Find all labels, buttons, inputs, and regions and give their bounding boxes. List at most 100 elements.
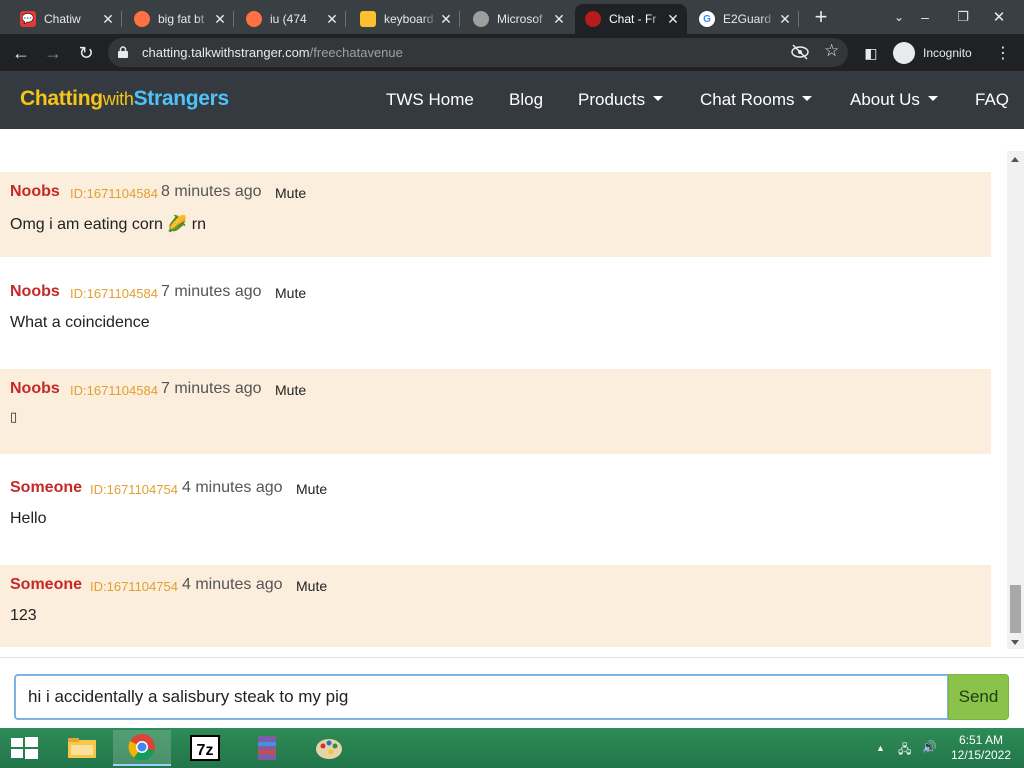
volume-icon[interactable]: 🔊 <box>922 740 937 754</box>
mute-button[interactable]: Mute <box>296 481 327 497</box>
paint-icon[interactable] <box>300 730 358 766</box>
close-icon[interactable]: ✕ <box>438 11 454 28</box>
menu-kebab-icon[interactable]: ⋮ <box>990 40 1016 66</box>
sender-name[interactable]: Noobs <box>10 283 60 301</box>
tab-iu[interactable]: iu (474 ✕ <box>236 4 346 34</box>
window-close-icon[interactable]: ✕ <box>986 4 1012 30</box>
close-icon[interactable]: ✕ <box>324 11 340 28</box>
sender-id: ID:1671104584 <box>70 286 158 301</box>
chat-message-list[interactable]: Noobs ID:1671104584 8 minutes ago Mute O… <box>0 129 1024 657</box>
brand-part-2: with <box>102 89 134 109</box>
tab-keyboard[interactable]: keyboard ✕ <box>350 4 460 34</box>
message-input[interactable] <box>14 674 949 720</box>
incognito-indicator[interactable]: Incognito <box>893 42 972 64</box>
site-logo[interactable]: ChattingwithStrangers <box>20 87 229 111</box>
7zip-icon[interactable]: 7z <box>176 730 234 766</box>
sender-id: ID:1671104754 <box>90 482 178 497</box>
reload-icon[interactable]: ↻ <box>73 40 99 66</box>
brand-part-1: Chatting <box>20 87 103 110</box>
nav-chat-rooms-label: Chat Rooms <box>700 90 795 109</box>
chat-message: Someone ID:1671104754 4 minutes ago Mute… <box>0 565 991 647</box>
chat-message: Noobs ID:1671104584 8 minutes ago Mute O… <box>0 172 991 257</box>
site-navbar: ChattingwithStrangers TWS Home Blog Prod… <box>0 71 1024 129</box>
svg-text:7z: 7z <box>197 742 214 759</box>
sender-id: ID:1671104584 <box>70 383 158 398</box>
caret-down-icon <box>653 96 664 101</box>
send-button[interactable]: Send <box>948 674 1009 720</box>
compose-bar: Send <box>0 657 1024 728</box>
mute-button[interactable]: Mute <box>275 382 306 398</box>
tab-e2guard[interactable]: G E2Guard ✕ <box>689 4 799 34</box>
message-time: 8 minutes ago <box>161 183 262 200</box>
forward-arrow-icon[interactable]: → <box>40 40 66 66</box>
system-clock[interactable]: 6:51 AM 12/15/2022 <box>946 733 1016 763</box>
nav-about-us[interactable]: About Us <box>850 90 938 110</box>
favicon-icon <box>134 11 150 27</box>
message-time: 4 minutes ago <box>182 576 283 593</box>
incognito-label: Incognito <box>923 46 972 60</box>
tab-title: Chat - Fr <box>609 12 657 26</box>
message-text: Hello <box>10 510 47 527</box>
url-text: chatting.talkwithstranger.com/freechatav… <box>142 45 403 60</box>
mute-button[interactable]: Mute <box>275 185 306 201</box>
mute-button[interactable]: Mute <box>275 285 306 301</box>
close-icon[interactable]: ✕ <box>100 11 116 28</box>
message-text: ▯ <box>10 409 18 424</box>
message-text: 123 <box>10 607 37 624</box>
tray-overflow-icon[interactable]: ▲ <box>876 743 885 753</box>
nav-tws-home[interactable]: TWS Home <box>386 90 474 110</box>
message-text: What a coincidence <box>10 314 150 331</box>
file-explorer-icon[interactable] <box>53 730 111 766</box>
restore-icon[interactable]: ❐ <box>950 4 976 30</box>
nav-chat-rooms[interactable]: Chat Rooms <box>700 90 813 110</box>
tab-chat-active[interactable]: Chat - Fr ✕ <box>575 4 687 34</box>
scroll-up-arrow-icon[interactable] <box>1011 157 1019 162</box>
sender-name[interactable]: Someone <box>10 576 82 594</box>
nav-faq[interactable]: FAQ <box>975 90 1009 110</box>
sidepanel-icon[interactable]: ◧ <box>858 40 884 66</box>
sender-name[interactable]: Noobs <box>10 183 60 201</box>
back-arrow-icon[interactable]: ← <box>8 40 34 66</box>
nav-blog[interactable]: Blog <box>509 90 543 110</box>
nav-products[interactable]: Products <box>578 90 664 110</box>
windows-start-icon[interactable] <box>8 736 40 760</box>
caret-down-icon <box>927 96 938 101</box>
mute-button[interactable]: Mute <box>296 578 327 594</box>
caret-down-icon <box>802 96 813 101</box>
winrar-icon[interactable] <box>238 730 296 766</box>
tab-big-fat[interactable]: big fat bt ✕ <box>124 4 234 34</box>
sender-name[interactable]: Noobs <box>10 380 60 398</box>
close-icon[interactable]: ✕ <box>551 11 567 28</box>
close-icon[interactable]: ✕ <box>212 11 228 28</box>
chat-scrollbar[interactable] <box>1007 151 1024 649</box>
scrollbar-thumb[interactable] <box>1010 585 1021 633</box>
browser-toolbar: ← → ↻ chatting.talkwithstranger.com/free… <box>0 34 1024 71</box>
globe-icon <box>473 11 489 27</box>
incognito-icon <box>893 42 915 64</box>
tab-microsoft[interactable]: Microsof ✕ <box>463 4 573 34</box>
sender-id: ID:1671104754 <box>90 579 178 594</box>
tab-title: big fat bt <box>158 12 205 26</box>
eye-off-icon[interactable] <box>791 44 809 60</box>
sender-name[interactable]: Someone <box>10 479 82 497</box>
tab-search-chevron-icon[interactable]: ⌄ <box>886 4 912 30</box>
tab-title: E2Guard <box>723 12 772 26</box>
url-path: /freechatavenue <box>309 45 403 60</box>
new-tab-plus-icon[interactable]: + <box>808 4 834 30</box>
bookmark-star-icon[interactable]: ☆ <box>824 41 839 61</box>
tab-chatiw[interactable]: 💬 Chatiw ✕ <box>10 4 122 34</box>
favicon-icon <box>246 11 262 27</box>
lock-icon <box>118 46 128 58</box>
network-icon[interactable]: 🖧 <box>898 740 911 761</box>
url-host: chatting.talkwithstranger.com <box>142 45 310 60</box>
chrome-icon[interactable] <box>113 730 171 766</box>
close-icon[interactable]: ✕ <box>665 11 681 28</box>
address-bar[interactable]: chatting.talkwithstranger.com/freechatav… <box>108 38 848 67</box>
nav-about-label: About Us <box>850 90 920 109</box>
message-time: 4 minutes ago <box>182 479 283 496</box>
scroll-down-arrow-icon[interactable] <box>1011 640 1019 645</box>
close-icon[interactable]: ✕ <box>777 11 793 28</box>
minimize-icon[interactable]: – <box>912 4 938 30</box>
windows-taskbar: 7z ▲ 🖧 🔊 6:51 AM 12/15/2022 <box>0 728 1024 768</box>
tab-title: Microsof <box>497 12 543 26</box>
